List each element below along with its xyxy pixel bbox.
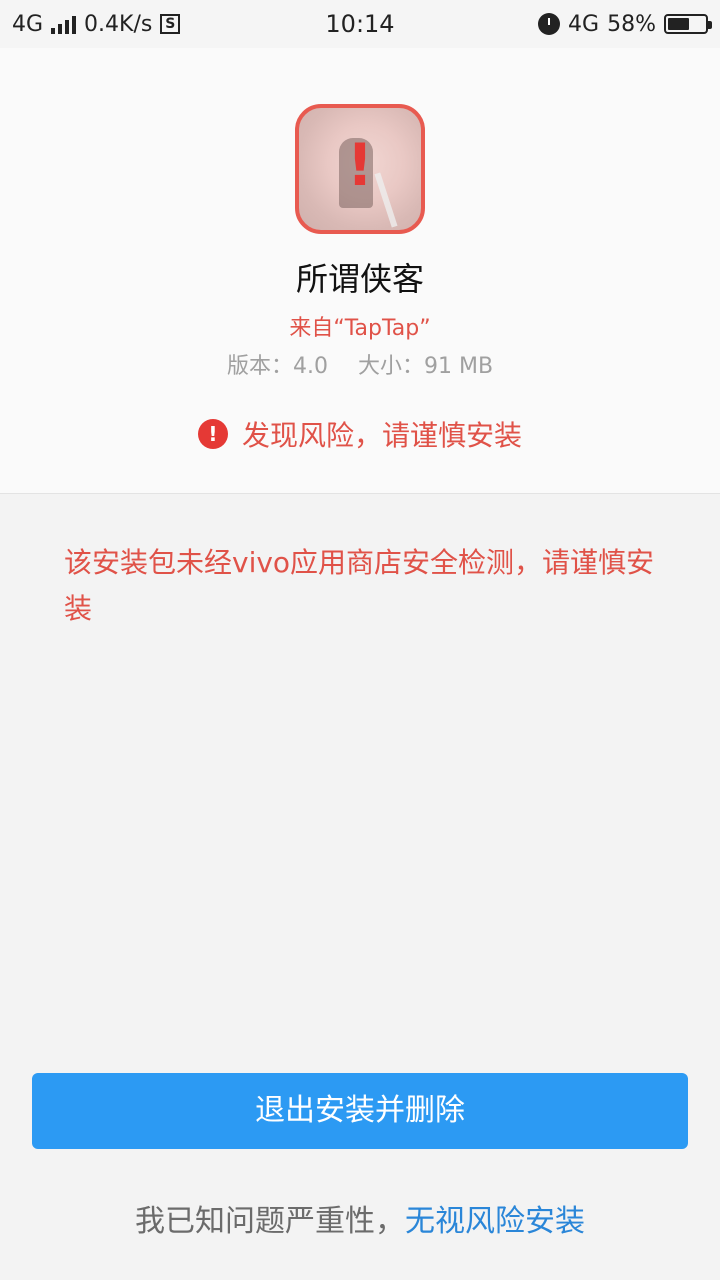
warning-icon: ! (197, 419, 228, 449)
ack-text: 我已知问题严重性， (135, 1204, 405, 1239)
signal-icon (51, 14, 77, 34)
app-name: 所谓侠客 (295, 260, 424, 298)
app-version: 版本：4.0 (226, 354, 328, 379)
storage-s-icon: S (160, 14, 181, 34)
risk-detail-text: 该安装包未经vivo应用商店安全检测，请谨慎安装 (64, 546, 655, 625)
app-info-card: ! 所谓侠客 来自“TapTap” 版本：4.0 大小：91 MB ! 发现风险，… (0, 48, 720, 494)
battery-icon (664, 14, 712, 34)
ignore-risk-install-link[interactable]: 无视风险安装 (405, 1204, 585, 1239)
status-bar: 4G 0.4K/s S 10:14 4G 58% (0, 0, 720, 48)
app-source: 来自“TapTap” (289, 316, 431, 341)
network-type: 4G (12, 11, 44, 37)
exit-and-delete-button[interactable]: 退出安装并删除 (32, 1073, 688, 1149)
app-meta: 版本：4.0 大小：91 MB (0, 348, 720, 380)
ack-line: 我已知问题严重性，无视风险安装 (0, 1196, 720, 1240)
app-icon: ! (295, 104, 425, 234)
status-right: 4G 58% (538, 11, 712, 37)
risk-mark-icon: ! (346, 131, 374, 199)
network-speed: 0.4K/s (84, 11, 153, 37)
risk-warning-text: 发现风险，请谨慎安装 (241, 419, 522, 452)
risk-warning: ! 发现风险，请谨慎安装 (0, 414, 720, 454)
app-size: 大小：91 MB (357, 354, 494, 379)
battery-percent: 58% (607, 11, 656, 37)
status-left: 4G 0.4K/s S (12, 11, 181, 37)
alarm-clock-icon (538, 13, 561, 35)
data-arrows-icon: 4G (568, 11, 600, 37)
